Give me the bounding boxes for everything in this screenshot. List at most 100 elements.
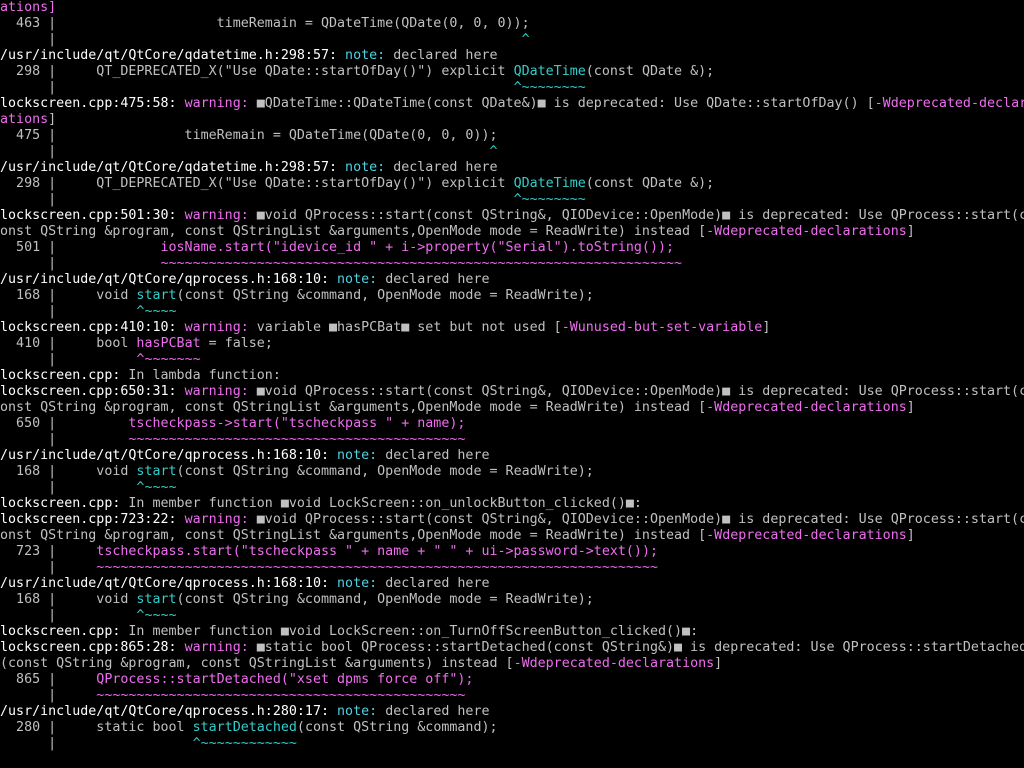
terminal-text-segment: declared here: [385, 576, 490, 591]
terminal-text-segment: -Wdeprecated-declarations: [513, 656, 715, 671]
terminal-text-segment: ~~~~~~~~~~~~~~~~~~~~~~~~~~~~~~~~~~~~~~~~…: [160, 256, 683, 271]
terminal-text-segment: declared here: [393, 48, 498, 63]
terminal-text-segment: -Wdeprecated-declarations: [706, 224, 907, 239]
terminal-text-segment: lockscreen.cpp:650:31:: [0, 384, 185, 399]
terminal-text-segment: 463 | timeRemain = QDateTime(QDate(0, 0,…: [0, 16, 530, 31]
terminal-text-segment: start: [136, 288, 177, 303]
terminal-line: lockscreen.cpp:723:22: warning: ■void QP…: [0, 512, 1024, 528]
terminal-line: lockscreen.cpp: In member function ■void…: [0, 496, 1024, 512]
terminal-text-segment: ^: [489, 144, 498, 159]
terminal-text-segment: 298 | QT_DEPRECATED_X("Use QDate::startO…: [0, 64, 514, 79]
terminal-line: /usr/include/qt/QtCore/qprocess.h:168:10…: [0, 448, 1024, 464]
terminal-text-segment: tscheckpass->start("tscheckpass " + name…: [128, 416, 466, 431]
terminal-text-segment: onst QString &program, const QStringList…: [0, 528, 707, 543]
terminal-text-segment: ]: [906, 224, 915, 239]
terminal-text-segment: |: [0, 304, 137, 319]
terminal-text-segment: note:: [345, 160, 394, 175]
terminal-text-segment: ^~~~~~~~~: [513, 192, 586, 207]
terminal-line: onst QString &program, const QStringList…: [0, 400, 1024, 416]
terminal-text-segment: /usr/include/qt/QtCore/qprocess.h:168:10…: [0, 576, 338, 591]
terminal-line: 865 | QProcess::startDetached("xset dpms…: [0, 672, 1024, 688]
terminal-text-segment: lockscreen.cpp:: [0, 496, 129, 511]
terminal-line: | ~~~~~~~~~~~~~~~~~~~~~~~~~~~~~~~~~~~~~~…: [0, 256, 1024, 272]
terminal-text-segment: 475 | timeRemain = QDateTime(QDate(0, 0,…: [0, 128, 498, 143]
terminal-text-segment: lockscreen.cpp:475:58:: [0, 96, 185, 111]
terminal-line: lockscreen.cpp: In member function ■void…: [0, 624, 1024, 640]
terminal-text-segment: |: [0, 144, 490, 159]
terminal-text-segment: lockscreen.cpp:: [0, 368, 129, 383]
terminal-line: lockscreen.cpp: In lambda function:: [0, 368, 1024, 384]
terminal-text-segment: ^~~~~~~~~~~~~: [192, 736, 297, 751]
terminal-line: lockscreen.cpp:865:28: warning: ■static …: [0, 640, 1024, 656]
terminal-text-segment: (const QString &command);: [296, 720, 498, 735]
terminal-text-segment: lockscreen.cpp:410:10:: [0, 320, 185, 335]
terminal-text-segment: lockscreen.cpp:: [0, 624, 129, 639]
terminal-line: 168 | void start(const QString &command,…: [0, 464, 1024, 480]
terminal-text-segment: 168 | void: [0, 464, 137, 479]
terminal-text-segment: In member function ■void LockScreen::on_…: [128, 496, 642, 511]
terminal-text-segment: QDateTime: [513, 64, 586, 79]
terminal-text-segment: ~~~~~~~~~~~~~~~~~~~~~~~~~~~~~~~~~~~~~~~~…: [96, 560, 658, 575]
terminal-text-segment: In lambda function:: [128, 368, 281, 383]
terminal-line: | ^~~~~~~~~~~~~: [0, 736, 1024, 752]
terminal-text-segment: warning:: [184, 512, 257, 527]
terminal-text-segment: note:: [337, 576, 386, 591]
terminal-line: | ~~~~~~~~~~~~~~~~~~~~~~~~~~~~~~~~~~~~~~…: [0, 560, 1024, 576]
terminal-text-segment: (const QString &command, OpenMode mode =…: [176, 592, 594, 607]
terminal-text-segment: ]: [48, 112, 57, 127]
terminal-text-segment: -Wdeprecated-declar: [874, 96, 1024, 111]
terminal-line: lockscreen.cpp:475:58: warning: ■QDateTi…: [0, 96, 1024, 112]
terminal-text-segment: ■void QProcess::start(const QString&, QI…: [256, 208, 1024, 223]
terminal-text-segment: -Wdeprecated-declarations: [706, 528, 907, 543]
terminal-line: ations]: [0, 112, 1024, 128]
terminal-text-segment: (const QDate &);: [585, 176, 715, 191]
terminal-text-segment: (const QDate &);: [585, 64, 715, 79]
terminal-line: | ^~~~~~~~~: [0, 80, 1024, 96]
terminal-line: | ^~~~~~~~: [0, 352, 1024, 368]
terminal-text-segment: declared here: [385, 448, 490, 463]
terminal-text-segment: /usr/include/qt/QtCore/qprocess.h:168:10…: [0, 272, 338, 287]
terminal-text-segment: warning:: [184, 96, 257, 111]
terminal-text-segment: (const QString &command, OpenMode mode =…: [176, 288, 594, 303]
terminal-line: lockscreen.cpp:410:10: warning: variable…: [0, 320, 1024, 336]
terminal-text-segment: ]: [906, 528, 915, 543]
terminal-line: 280 | static bool startDetached(const QS…: [0, 720, 1024, 736]
terminal-text-segment: warning:: [184, 384, 257, 399]
terminal-text-segment: |: [0, 80, 514, 95]
terminal-text-segment: -Wdeprecated-declarations: [706, 400, 907, 415]
terminal-line: | ^: [0, 32, 1024, 48]
terminal-text-segment: note:: [337, 704, 386, 719]
terminal-text-segment: |: [0, 192, 514, 207]
terminal-line: /usr/include/qt/QtCore/qdatetime.h:298:5…: [0, 160, 1024, 176]
terminal-text-segment: start: [136, 592, 177, 607]
terminal-line: | ^: [0, 144, 1024, 160]
terminal-line: 501 | iosName.start("idevice_id " + i->p…: [0, 240, 1024, 256]
terminal-text-segment: ^~~~~: [136, 608, 177, 623]
terminal-text-segment: ]: [714, 656, 723, 671]
terminal-line: | ~~~~~~~~~~~~~~~~~~~~~~~~~~~~~~~~~~~~~~…: [0, 688, 1024, 704]
terminal-text-segment: 501 |: [0, 240, 161, 255]
terminal-text-segment: ^~~~~~~~: [136, 352, 201, 367]
terminal-text-segment: |: [0, 736, 193, 751]
terminal-text-segment: declared here: [393, 160, 498, 175]
terminal-line: (const QString &program, const QStringLi…: [0, 656, 1024, 672]
terminal-text-segment: /usr/include/qt/QtCore/qprocess.h:168:10…: [0, 448, 338, 463]
terminal-text-segment: |: [0, 688, 97, 703]
terminal-line: /usr/include/qt/QtCore/qprocess.h:168:10…: [0, 576, 1024, 592]
terminal-line: lockscreen.cpp:501:30: warning: ■void QP…: [0, 208, 1024, 224]
terminal-line: lockscreen.cpp:650:31: warning: ■void QP…: [0, 384, 1024, 400]
terminal-text-segment: ^~~~~: [136, 480, 177, 495]
terminal-text-segment: warning:: [184, 208, 257, 223]
terminal-text-segment: ations: [0, 112, 49, 127]
terminal-text-segment: hasPCBat: [136, 336, 201, 351]
terminal-text-segment: /usr/include/qt/QtCore/qdatetime.h:298:5…: [0, 160, 346, 175]
terminal-text-segment: 723 |: [0, 544, 97, 559]
terminal-text-segment: ~~~~~~~~~~~~~~~~~~~~~~~~~~~~~~~~~~~~~~~~…: [96, 688, 466, 703]
terminal-line: 463 | timeRemain = QDateTime(QDate(0, 0,…: [0, 16, 1024, 32]
terminal-line: | ^~~~~: [0, 608, 1024, 624]
terminal-text-segment: = false;: [200, 336, 273, 351]
terminal-text-segment: ■static bool QProcess::startDetached(con…: [256, 640, 1024, 655]
terminal-text-segment: |: [0, 480, 137, 495]
terminal-text-segment: QProcess::startDetached("xset dpms force…: [96, 672, 474, 687]
terminal-text-segment: ]: [762, 320, 771, 335]
